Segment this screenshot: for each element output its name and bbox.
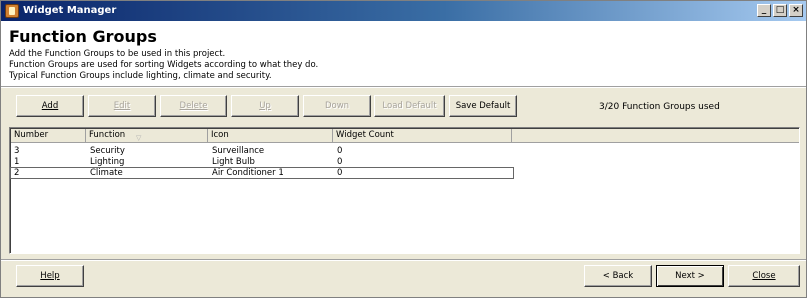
cell-number: 1 xyxy=(14,157,20,167)
cell-function: Lighting xyxy=(90,157,125,167)
cell-widget-count: 0 xyxy=(337,146,343,156)
load-default-button[interactable]: Load Default xyxy=(374,95,445,117)
cell-icon: Air Conditioner 1 xyxy=(212,168,284,178)
header-divider xyxy=(1,86,806,88)
cell-function: Security xyxy=(90,146,125,156)
up-button[interactable]: Up xyxy=(231,95,299,117)
table-row-selected[interactable]: 2 Climate Air Conditioner 1 0 xyxy=(10,167,514,179)
edit-button[interactable]: Edit xyxy=(88,95,156,117)
help-button[interactable]: Help xyxy=(16,265,84,287)
window-title: Widget Manager xyxy=(23,5,117,16)
column-header-widget-count[interactable]: Widget Count xyxy=(333,129,512,143)
title-bar[interactable]: Widget Manager _ □ × xyxy=(1,1,806,21)
cell-icon: Light Bulb xyxy=(212,157,255,167)
down-button[interactable]: Down xyxy=(303,95,371,117)
footer-divider xyxy=(1,259,806,261)
function-groups-grid[interactable]: Number Function ▽ Icon Widget Count 3 Sec… xyxy=(9,127,800,254)
back-button[interactable]: < Back xyxy=(584,265,652,287)
page-header: Function Groups Add the Function Groups … xyxy=(1,21,806,86)
cell-widget-count: 0 xyxy=(337,157,343,167)
cell-number: 3 xyxy=(14,146,20,156)
column-header-number[interactable]: Number xyxy=(11,129,86,143)
cell-function: Climate xyxy=(90,168,123,178)
delete-button[interactable]: Delete xyxy=(160,95,227,117)
minimize-button[interactable]: _ xyxy=(757,4,771,17)
sort-indicator-icon: ▽ xyxy=(136,134,142,142)
add-button[interactable]: Add xyxy=(16,95,84,117)
column-header-icon[interactable]: Icon xyxy=(208,129,333,143)
maximize-button[interactable]: □ xyxy=(773,4,787,17)
app-icon xyxy=(5,4,19,18)
cell-widget-count: 0 xyxy=(337,168,343,178)
window-controls: _ □ × xyxy=(757,4,803,17)
table-row[interactable]: 1 Lighting Light Bulb 0 xyxy=(11,157,513,167)
close-window-button[interactable]: × xyxy=(789,4,803,17)
description-line-3: Typical Function Groups include lighting… xyxy=(9,71,272,81)
page-title: Function Groups xyxy=(9,27,157,46)
cell-icon: Surveillance xyxy=(212,146,265,156)
description-line-2: Function Groups are used for sorting Wid… xyxy=(9,60,319,70)
function-group-count: 3/20 Function Groups used xyxy=(599,102,720,112)
description-line-1: Add the Function Groups to be used in th… xyxy=(9,49,226,59)
save-default-button[interactable]: Save Default xyxy=(449,95,517,117)
cell-number: 2 xyxy=(14,168,20,178)
column-header-function[interactable]: Function ▽ xyxy=(86,129,208,143)
widget-manager-window: Widget Manager _ □ × Function Groups Add… xyxy=(0,0,807,298)
table-row[interactable]: 3 Security Surveillance 0 xyxy=(11,146,513,156)
close-button[interactable]: Close xyxy=(728,265,800,287)
column-header-filler xyxy=(512,129,799,143)
next-button[interactable]: Next > xyxy=(656,265,724,287)
